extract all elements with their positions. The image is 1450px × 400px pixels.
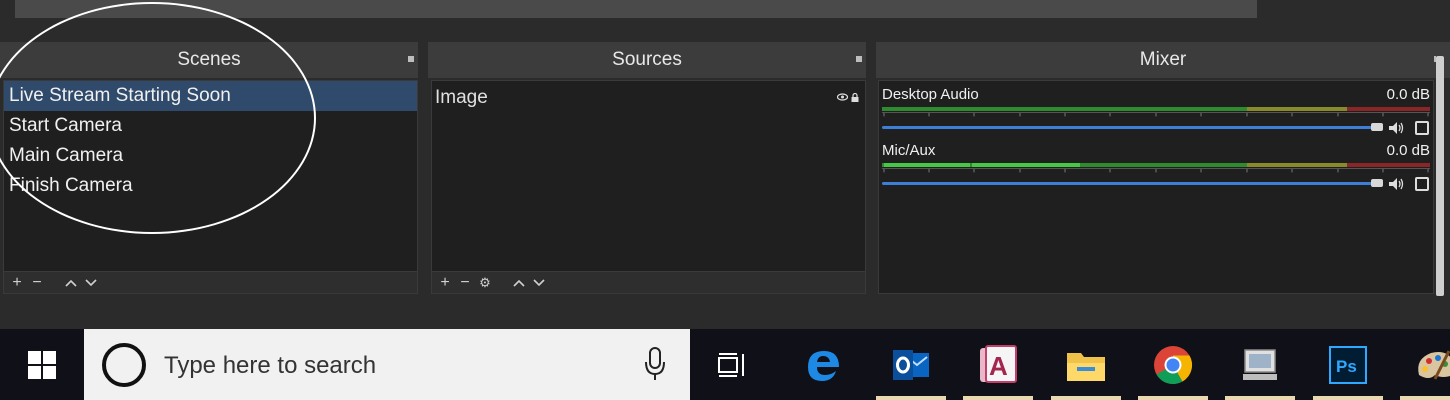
- photoshop-icon: Ps: [1329, 346, 1367, 384]
- running-indicator: [876, 396, 946, 400]
- start-button[interactable]: [0, 329, 84, 400]
- windows-logo-icon: [28, 350, 56, 379]
- folder-icon: [1067, 353, 1105, 381]
- microphone-icon[interactable]: [644, 347, 666, 381]
- scenes-list: Live Stream Starting Soon Start Camera M…: [3, 80, 418, 272]
- volume-slider-handle[interactable]: [1371, 123, 1383, 131]
- running-indicator: [1225, 396, 1295, 400]
- meter-scale: [882, 112, 1430, 117]
- float-dock-icon[interactable]: [408, 56, 414, 62]
- chevron-down-icon: [533, 278, 545, 286]
- paint-taskbar-button[interactable]: [1408, 339, 1450, 391]
- channel-name: Mic/Aux: [882, 142, 936, 159]
- scene-item-finish-camera[interactable]: Finish Camera: [4, 171, 417, 201]
- chevron-up-icon: [65, 279, 77, 287]
- speaker-icon[interactable]: [1388, 121, 1404, 135]
- eye-icon[interactable]: [837, 93, 848, 101]
- sources-toolbar: + − ⚙: [431, 272, 866, 294]
- speaker-icon[interactable]: [1388, 177, 1404, 191]
- volume-slider[interactable]: [882, 126, 1376, 129]
- volume-meter: [882, 163, 1430, 167]
- chrome-icon: [1154, 346, 1193, 385]
- sources-title-label: Sources: [612, 49, 682, 70]
- scenes-title-label: Scenes: [177, 49, 241, 70]
- running-indicator: [1138, 396, 1208, 400]
- scene-item-start-camera[interactable]: Start Camera: [4, 111, 417, 141]
- add-scene-button[interactable]: +: [10, 274, 24, 291]
- lock-icon[interactable]: [851, 93, 859, 102]
- mixer-channel-desktop-audio: Desktop Audio 0.0 dB: [882, 86, 1432, 136]
- edge-taskbar-button[interactable]: [797, 339, 849, 391]
- network-device-taskbar-button[interactable]: [1234, 339, 1286, 391]
- running-indicator: [1400, 396, 1450, 400]
- scene-item-live-stream-starting-soon[interactable]: Live Stream Starting Soon: [4, 81, 417, 111]
- running-indicator: [1051, 396, 1121, 400]
- volume-slider-handle[interactable]: [1371, 179, 1383, 187]
- chevron-down-icon: [85, 278, 97, 286]
- channel-config-checkbox[interactable]: [1415, 177, 1429, 191]
- channel-level: 0.0 dB: [1386, 86, 1430, 103]
- source-item-controls: [837, 93, 859, 102]
- outlook-icon: [893, 350, 929, 380]
- add-source-button[interactable]: +: [438, 274, 452, 291]
- mixer-scrollbar-thumb[interactable]: [1436, 56, 1444, 296]
- running-indicator: [1313, 396, 1383, 400]
- mixer-channel-mic-aux: Mic/Aux 0.0 dB: [882, 142, 1432, 192]
- channel-config-checkbox[interactable]: [1415, 121, 1429, 135]
- task-view-icon: [718, 353, 744, 377]
- volume-meter: [882, 107, 1430, 111]
- scenes-toolbar: + −: [3, 272, 418, 294]
- search-placeholder: Type here to search: [164, 352, 377, 379]
- mixer-title-label: Mixer: [1139, 49, 1187, 70]
- sources-dock-title: Sources: [428, 42, 866, 78]
- paint-palette-icon: [1418, 350, 1450, 380]
- source-item-image[interactable]: Image: [433, 84, 863, 112]
- file-explorer-taskbar-button[interactable]: [1060, 339, 1112, 391]
- running-indicator: [963, 396, 1033, 400]
- channel-level: 0.0 dB: [1386, 142, 1430, 159]
- meter-scale: [882, 168, 1430, 173]
- move-scene-up-button[interactable]: [64, 275, 78, 291]
- source-properties-gear-icon[interactable]: ⚙: [478, 275, 492, 291]
- remove-scene-button[interactable]: −: [30, 274, 44, 291]
- cortana-icon[interactable]: [102, 343, 146, 387]
- edge-icon: [808, 351, 839, 381]
- svg-text:A: A: [989, 351, 1008, 381]
- access-icon: A: [980, 345, 1017, 383]
- scene-item-main-camera[interactable]: Main Camera: [4, 141, 417, 171]
- photoshop-taskbar-button[interactable]: Ps: [1322, 339, 1374, 391]
- float-dock-icon[interactable]: [856, 56, 862, 62]
- computer-icon: [1243, 349, 1277, 380]
- move-scene-down-button[interactable]: [84, 275, 98, 291]
- mixer-dock-title: Mixer: [876, 42, 1450, 78]
- remove-source-button[interactable]: −: [458, 274, 472, 291]
- svg-text:Ps: Ps: [1336, 357, 1357, 376]
- outlook-taskbar-button[interactable]: [885, 339, 937, 391]
- volume-slider[interactable]: [882, 182, 1376, 185]
- move-source-up-button[interactable]: [512, 275, 526, 291]
- task-view-button[interactable]: [707, 339, 759, 391]
- source-item-label: Image: [435, 87, 488, 108]
- scenes-dock-title: Scenes: [0, 42, 418, 78]
- preview-canvas: [15, 0, 1257, 18]
- move-source-down-button[interactable]: [532, 275, 546, 291]
- chevron-up-icon: [513, 279, 525, 287]
- taskbar-search-box[interactable]: Type here to search: [84, 329, 690, 400]
- channel-name: Desktop Audio: [882, 86, 979, 103]
- access-taskbar-button[interactable]: A: [972, 339, 1024, 391]
- chrome-taskbar-button[interactable]: [1147, 339, 1199, 391]
